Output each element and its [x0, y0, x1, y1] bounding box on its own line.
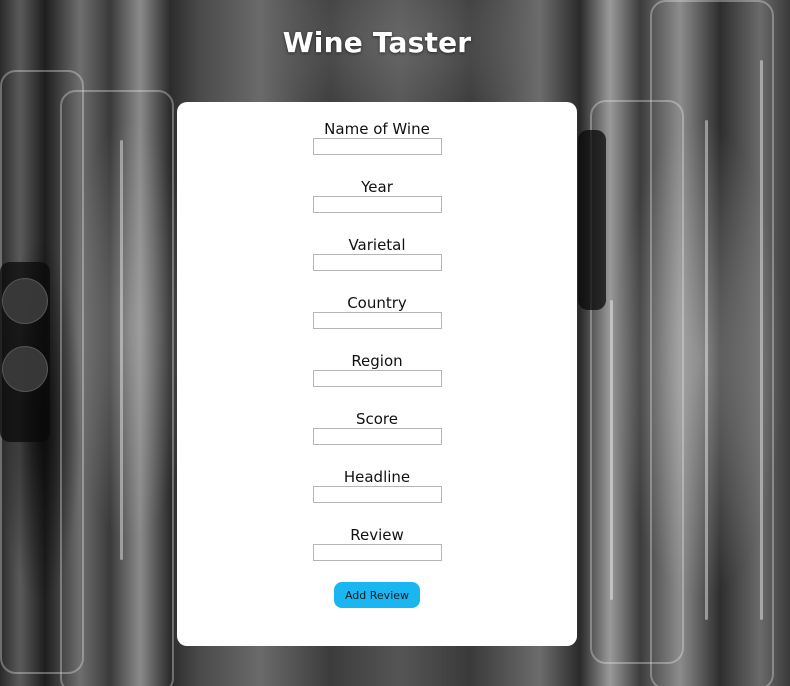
background-glass-shape	[650, 0, 774, 686]
add-review-button[interactable]: Add Review	[334, 582, 420, 608]
background-highlight	[760, 60, 763, 620]
score-input[interactable]	[312, 428, 442, 445]
background-glass-shape	[60, 90, 174, 686]
background-highlight	[120, 140, 123, 560]
background-highlight	[705, 120, 708, 620]
year-input[interactable]	[312, 196, 442, 213]
background-highlight	[610, 300, 613, 600]
field-headline: Headline	[177, 468, 577, 503]
headline-label: Headline	[343, 468, 411, 486]
varietal-input[interactable]	[312, 254, 442, 271]
region-label: Region	[351, 352, 403, 370]
country-input[interactable]	[312, 312, 442, 329]
field-score: Score	[177, 410, 577, 445]
review-form-card: Name of Wine Year Varietal Country Regio…	[177, 102, 577, 646]
region-input[interactable]	[312, 370, 442, 387]
background-dark-circle	[2, 278, 48, 324]
headline-input[interactable]	[312, 486, 442, 503]
field-year: Year	[177, 178, 577, 213]
varietal-label: Varietal	[348, 236, 406, 254]
field-region: Region	[177, 352, 577, 387]
review-label: Review	[350, 526, 404, 544]
country-label: Country	[347, 294, 407, 312]
field-country: Country	[177, 294, 577, 329]
score-label: Score	[355, 410, 398, 428]
field-review: Review	[177, 526, 577, 561]
year-label: Year	[361, 178, 393, 196]
background-dark-circle	[2, 346, 48, 392]
name-of-wine-input[interactable]	[312, 138, 442, 155]
review-input[interactable]	[312, 544, 442, 561]
background-dark-object	[578, 130, 606, 310]
page-title: Wine Taster	[282, 26, 472, 59]
field-varietal: Varietal	[177, 236, 577, 271]
name-of-wine-label: Name of Wine	[324, 120, 430, 138]
field-name-of-wine: Name of Wine	[177, 120, 577, 155]
